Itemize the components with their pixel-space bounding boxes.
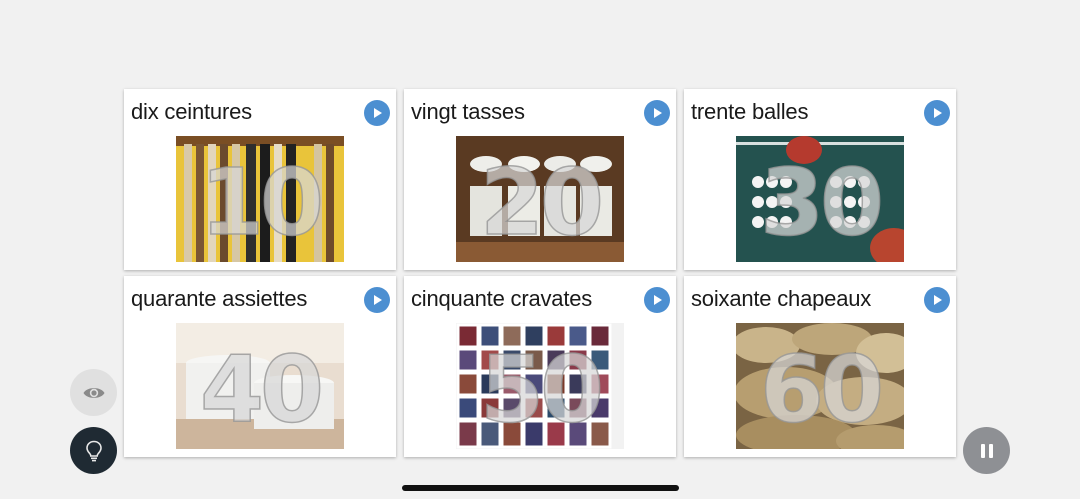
ping-pong-balls-photo: 30 — [736, 136, 904, 262]
eye-icon — [83, 387, 104, 398]
show-toggle-button[interactable] — [70, 369, 117, 416]
flashcard-grid: dix ceintures 10 vingt tasses 20 trente … — [124, 89, 957, 457]
home-indicator[interactable] — [402, 485, 679, 491]
pause-button[interactable] — [963, 427, 1010, 474]
card-soixante-chapeaux[interactable]: soixante chapeaux 60 — [684, 276, 956, 457]
numeral-overlay: 10 — [199, 149, 325, 256]
straw-hats-photo: 60 — [736, 323, 904, 449]
card-vingt-tasses[interactable]: vingt tasses 20 — [404, 89, 676, 270]
card-cinquante-cravates[interactable]: cinquante cravates 50 — [404, 276, 676, 457]
card-title: trente balles — [691, 99, 809, 124]
play-audio-icon[interactable] — [644, 287, 670, 313]
numeral-overlay: 30 — [759, 149, 885, 256]
card-dix-ceintures[interactable]: dix ceintures 10 — [124, 89, 396, 270]
card-title: cinquante cravates — [411, 286, 593, 311]
play-audio-icon[interactable] — [924, 287, 950, 313]
card-quarante-assiettes[interactable]: quarante assiettes 40 — [124, 276, 396, 457]
card-title: vingt tasses — [411, 99, 525, 124]
plates-photo: 40 — [176, 323, 344, 449]
play-audio-icon[interactable] — [644, 100, 670, 126]
play-audio-icon[interactable] — [364, 100, 390, 126]
lightbulb-icon — [85, 440, 102, 461]
belts-photo: 10 — [176, 136, 344, 262]
card-title: dix ceintures — [131, 99, 252, 124]
hint-button[interactable] — [70, 427, 117, 474]
ties-photo: 50 — [456, 323, 624, 449]
cups-photo: 20 — [456, 136, 624, 262]
numeral-overlay: 60 — [759, 336, 885, 443]
numeral-overlay: 20 — [479, 149, 605, 256]
card-title: soixante chapeaux — [691, 286, 872, 311]
numeral-overlay: 50 — [479, 336, 605, 443]
play-audio-icon[interactable] — [364, 287, 390, 313]
card-title: quarante assiettes — [131, 286, 308, 311]
play-audio-icon[interactable] — [924, 100, 950, 126]
card-trente-balles[interactable]: trente balles 30 — [684, 89, 956, 270]
pause-icon — [980, 443, 993, 458]
numeral-overlay: 40 — [199, 336, 325, 443]
